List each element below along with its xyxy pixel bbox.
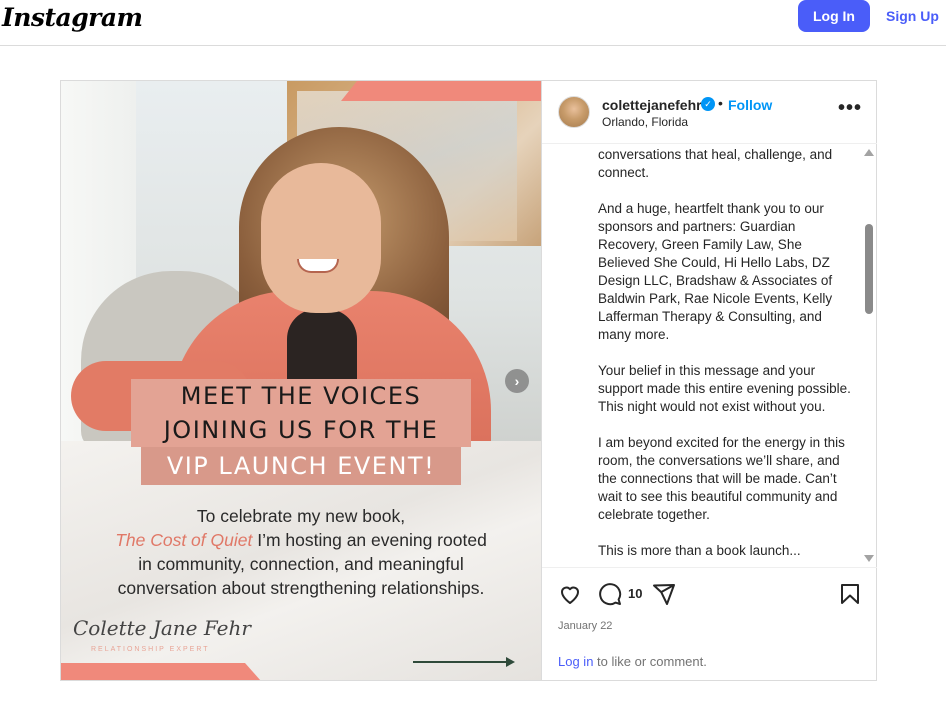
signature-subtitle: RELATIONSHIP EXPERT [91,646,210,653]
comment-count: 10 [628,586,643,601]
body-line-4: conversation about strengthening relatio… [117,578,485,598]
body-line-1: To celebrate my new book, [196,506,406,526]
body-line-3: in community, connection, and meaningful [138,554,464,574]
follow-button[interactable]: Follow [728,97,772,113]
verified-badge-icon: ✓ [701,97,715,111]
chevron-right-icon: › [514,373,520,389]
arrow-head-icon [506,657,515,667]
avatar[interactable] [558,96,590,128]
login-prompt: Log in to like or comment. [558,654,707,669]
photo-person-face [261,163,381,313]
scroll-down-arrow-icon[interactable] [864,555,874,562]
caption-scroll-area[interactable]: conversations that heal, challenge, and … [542,144,877,566]
login-link[interactable]: Log in [558,654,593,669]
headline-line-3: VIP LAUNCH EVENT! [141,447,461,485]
post-date[interactable]: January 22 [558,620,612,632]
post-actions: 10 January 22 Log in to like or comment. [542,567,877,680]
bookmark-icon[interactable] [838,582,862,606]
username-link[interactable]: colettejanefehr [602,97,702,113]
caption-paragraph: I am beyond excited for the energy in th… [598,435,845,522]
login-prompt-rest: to like or comment. [593,654,707,669]
pink-accent-strip-bottom [61,663,261,680]
post-card: MEET THE VOICES JOINING US FOR THE VIP L… [60,80,877,681]
headline-line-1: MEET THE VOICES [131,379,471,413]
caption-paragraph: And a huge, heartfelt thank you to our s… [598,201,833,342]
more-options-icon[interactable]: ••• [838,97,862,120]
location-link[interactable]: Orlando, Florida [602,115,688,129]
heart-icon[interactable] [558,582,582,606]
headline-line-2: JOINING US FOR THE [131,413,471,447]
arrow-right-icon [413,661,513,663]
book-title: The Cost of Quiet [115,530,253,550]
next-slide-button[interactable]: › [505,369,529,393]
login-button[interactable]: Log In [798,0,870,32]
share-icon[interactable] [652,582,676,606]
separator-dot: • [718,95,723,111]
signup-link[interactable]: Sign Up [886,8,939,24]
caption-text: conversations that heal, challenge, and … [598,146,854,566]
caption-paragraph: conversations that heal, challenge, and … [598,147,833,180]
post-header: colettejanefehr ✓ • Follow Orlando, Flor… [542,81,877,144]
comment-icon[interactable] [598,582,622,606]
post-media[interactable]: MEET THE VOICES JOINING US FOR THE VIP L… [61,81,541,680]
caption-paragraph: Your belief in this message and your sup… [598,363,851,414]
body-line-2-rest: I’m hosting an evening rooted [252,530,487,550]
instagram-logo[interactable]: Instagram [2,3,143,32]
signature: Colette Jane Fehr [73,616,251,640]
pink-accent-strip [341,81,541,101]
caption-paragraph: This is more than a book launch... [598,543,801,558]
scrollbar-thumb[interactable] [865,224,873,314]
post-side-panel: colettejanefehr ✓ • Follow Orlando, Flor… [541,81,877,680]
scroll-up-arrow-icon[interactable] [864,149,874,156]
top-navigation-bar: Instagram Log In Sign Up [0,0,946,46]
body-line-2: The Cost of Quiet I’m hosting an evening… [91,528,511,552]
media-body-text: To celebrate my new book, The Cost of Qu… [91,504,511,600]
caption-scrollbar[interactable] [860,149,877,567]
